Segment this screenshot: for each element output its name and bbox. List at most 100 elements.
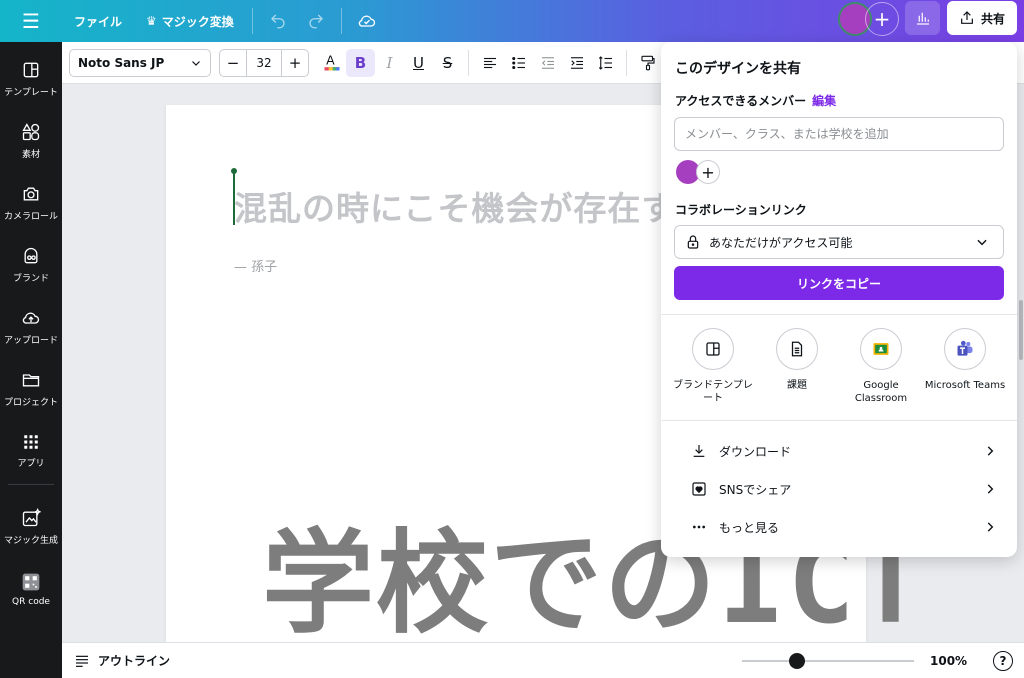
underline-icon[interactable]: U <box>404 49 433 77</box>
brand-icon <box>24 247 38 264</box>
share-option-label: Google Classroom <box>854 380 908 404</box>
social-share-row[interactable]: SNSでシェア <box>675 471 1005 507</box>
font-family-select[interactable]: Noto Sans JP <box>69 48 211 77</box>
bullet-list-icon[interactable] <box>504 49 533 77</box>
add-member-input[interactable] <box>674 117 1004 151</box>
share-panel: このデザインを共有 アクセスできるメンバー編集 + コラボレーションリンク あな… <box>661 42 1017 557</box>
help-icon[interactable]: ? <box>993 651 1013 671</box>
topbar-divider <box>251 8 253 34</box>
magic-switch-label: マジック変換 <box>161 14 234 29</box>
share-panel-title: このデザインを共有 <box>675 61 801 77</box>
outdent-icon[interactable] <box>533 49 562 77</box>
bold-icon[interactable]: B <box>346 48 375 77</box>
chevron-down-icon <box>977 239 987 246</box>
share-option-label: 課題 <box>787 380 807 391</box>
sidebar-item-label: プロジェクト <box>3 398 58 408</box>
font-size-value[interactable]: 32 <box>246 48 282 77</box>
share-option-label: ブランドテンプレート <box>673 380 753 404</box>
sidebar-item-templates[interactable]: テンプレート <box>0 50 62 108</box>
insights-chart-icon[interactable] <box>905 1 940 35</box>
elements-icon <box>22 123 40 141</box>
access-members-label: アクセスできるメンバー <box>675 94 807 108</box>
camera-icon <box>23 187 39 201</box>
share-button-label: 共有 <box>980 11 1005 26</box>
collab-link-heading: コラボレーションリンク <box>675 203 807 217</box>
sidebar-item-label: 素材 <box>21 150 40 160</box>
see-more-row[interactable]: もっと見る <box>675 509 1005 545</box>
sidebar-item-projects[interactable]: プロジェクト <box>0 360 62 418</box>
share-option-assignment[interactable]: 課題 <box>755 328 839 392</box>
magic-switch-button[interactable]: ♛ マジック変換 <box>134 0 246 42</box>
edit-access-link[interactable]: 編集 <box>812 94 836 108</box>
sidebar-item-uploads[interactable]: アップロード <box>0 298 62 356</box>
copy-style-paint-roller-icon[interactable] <box>633 49 662 77</box>
access-members-heading: アクセスできるメンバー 編集 <box>675 92 836 109</box>
sidebar-item-brand[interactable]: ブランド <box>0 236 62 294</box>
copy-link-button[interactable]: リンクをコピー <box>674 266 1004 300</box>
toolbar-divider <box>468 49 469 76</box>
chevron-down-icon <box>192 60 200 66</box>
share-upload-icon <box>961 11 973 24</box>
sidebar-item-apps[interactable]: アプリ <box>0 422 62 480</box>
undo-icon[interactable] <box>259 0 297 42</box>
file-menu-button[interactable]: ファイル <box>62 0 134 42</box>
share-option-google-classroom[interactable]: Google Classroom <box>839 328 923 405</box>
access-level-select[interactable]: あなただけがアクセス可能 <box>674 225 1004 259</box>
italic-icon[interactable]: I <box>375 49 404 77</box>
toolbar-divider <box>626 49 627 76</box>
sidebar-divider <box>8 484 54 485</box>
strikethrough-icon[interactable]: S <box>433 49 462 77</box>
font-family-value: Noto Sans JP <box>78 55 165 70</box>
sidebar-item-label: マジック生成 <box>3 536 58 546</box>
quote-text[interactable]: 混乱の時にこそ機会が存在する <box>234 182 709 230</box>
zoom-slider-track[interactable] <box>742 660 914 662</box>
font-size-stepper: − 32 + <box>219 48 309 77</box>
sidebar-item-label: アプリ <box>17 459 45 469</box>
file-menu-label: ファイル <box>74 14 123 29</box>
add-collaborator-button[interactable]: + <box>865 2 899 36</box>
social-share-icon <box>685 481 713 497</box>
outline-label: アウトライン <box>98 654 171 668</box>
sidebar-item-camera-roll[interactable]: カメラロール <box>0 174 62 232</box>
align-left-icon[interactable] <box>475 49 504 77</box>
zoom-slider-handle[interactable] <box>789 653 805 669</box>
see-more-label: もっと見る <box>719 520 780 535</box>
share-option-microsoft-teams[interactable]: Microsoft Teams <box>923 328 1007 392</box>
folder-icon <box>22 374 40 387</box>
download-icon <box>685 443 713 459</box>
crown-icon: ♛ <box>146 14 157 28</box>
sidebar-item-label: QR code <box>12 596 50 607</box>
share-button[interactable]: 共有 <box>947 1 1017 35</box>
text-color-icon[interactable]: A <box>317 49 346 77</box>
add-member-button[interactable]: + <box>696 160 720 184</box>
sidebar-item-label: アップロード <box>3 336 58 346</box>
vertical-scrollbar[interactable] <box>1019 300 1023 360</box>
qr-code-icon <box>22 573 40 590</box>
author-text[interactable]: — 孫子 <box>234 256 277 275</box>
svg-text:A: A <box>326 52 335 67</box>
upload-icon <box>22 312 40 324</box>
line-spacing-icon[interactable] <box>591 49 620 77</box>
template-icon <box>23 62 39 78</box>
lock-icon <box>687 235 699 249</box>
sidebar-item-label: カメラロール <box>3 212 58 222</box>
redo-icon[interactable] <box>297 0 335 42</box>
font-size-decrease-button[interactable]: − <box>220 54 246 72</box>
share-option-brand-template[interactable]: ブランドテンプレート <box>671 328 755 405</box>
font-size-increase-button[interactable]: + <box>282 54 308 72</box>
download-label: ダウンロード <box>719 444 792 459</box>
outline-button[interactable]: アウトライン <box>74 652 170 669</box>
chevron-right-icon <box>987 484 994 494</box>
sidebar-item-magic-generate[interactable]: マジック生成 <box>0 498 62 556</box>
download-row[interactable]: ダウンロード <box>675 433 1005 469</box>
share-panel-divider <box>661 420 1017 421</box>
sidebar-item-elements[interactable]: 素材 <box>0 112 62 170</box>
magic-generate-icon <box>22 508 41 527</box>
zoom-level[interactable]: 100% <box>930 654 967 668</box>
indent-icon[interactable] <box>562 49 591 77</box>
cloud-saved-icon[interactable] <box>348 0 386 42</box>
sidebar-item-qr-code[interactable]: QR code <box>0 560 62 618</box>
google-classroom-icon <box>860 328 902 370</box>
share-option-label: Microsoft Teams <box>924 380 1006 391</box>
hamburger-menu-icon[interactable]: ☰ <box>0 0 62 42</box>
